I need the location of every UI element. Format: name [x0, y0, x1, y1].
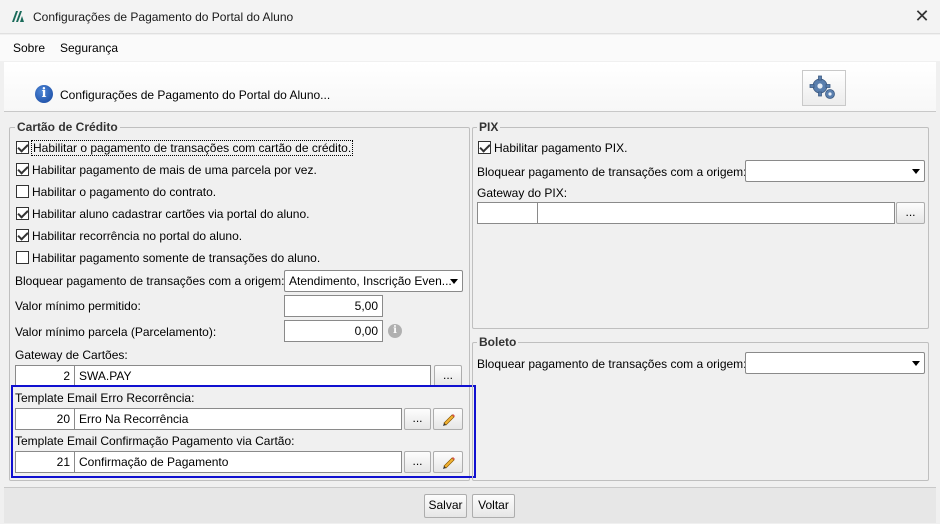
pix-gateway-lookup-button[interactable]: ...: [896, 202, 925, 224]
label-pix-block-origin: Bloquear pagamento de transações com a o…: [477, 165, 747, 179]
checkbox-enable-credit-card[interactable]: [16, 141, 29, 154]
card-gateway-lookup-button[interactable]: ...: [434, 365, 462, 387]
info-icon: i: [35, 85, 53, 103]
pencil-icon: [443, 457, 455, 469]
window-title: Configurações de Pagamento do Portal do …: [33, 10, 294, 24]
checkbox-register-cards[interactable]: [16, 207, 29, 220]
label-min-installment: Valor mínimo parcela (Parcelamento):: [15, 325, 217, 339]
pix-gateway-name-input[interactable]: [537, 202, 895, 224]
gears-icon: [802, 70, 846, 106]
boleto-legend: Boleto: [477, 335, 519, 349]
pix-group: [472, 127, 929, 329]
menu-seguranca[interactable]: Segurança: [60, 41, 118, 55]
card-gateway-code-input[interactable]: 2: [15, 365, 75, 387]
cc-block-origin-value: Atendimento, Inscrição Even...: [289, 274, 452, 288]
menu-bar: Sobre Segurança: [0, 35, 940, 61]
chevron-down-icon: [450, 279, 458, 284]
chevron-down-icon: [912, 361, 920, 366]
card-gateway-name-input[interactable]: SWA.PAY: [74, 365, 431, 387]
checkbox-student-transactions-only[interactable]: [16, 251, 29, 264]
checkbox-contract-payment[interactable]: [16, 185, 29, 198]
label-register-cards: Habilitar aluno cadastrar cartões via po…: [32, 207, 310, 221]
pencil-icon: [443, 414, 455, 426]
checkbox-recurrence[interactable]: [16, 229, 29, 242]
label-enable-credit-card: Habilitar o pagamento de transações com …: [31, 140, 354, 156]
back-button[interactable]: Voltar: [472, 494, 515, 518]
cc-block-origin-select[interactable]: Atendimento, Inscrição Even...: [284, 270, 463, 292]
template-error-name-input[interactable]: Erro Na Recorrência: [74, 408, 402, 430]
checkbox-multiple-installments[interactable]: [16, 163, 29, 176]
template-error-edit-button[interactable]: [433, 408, 463, 430]
label-template-error: Template Email Erro Recorrência:: [15, 391, 195, 405]
credit-card-legend: Cartão de Crédito: [15, 120, 120, 134]
menu-sobre[interactable]: Sobre: [13, 41, 45, 55]
checkbox-enable-pix[interactable]: [478, 141, 491, 154]
chevron-down-icon: [912, 169, 920, 174]
min-installment-input[interactable]: 0,00: [284, 320, 383, 342]
label-min-value: Valor mínimo permitido:: [15, 299, 141, 313]
pix-gateway-code-input[interactable]: [477, 202, 538, 224]
template-confirm-name-input[interactable]: Confirmação de Pagamento: [74, 451, 402, 473]
save-button[interactable]: Salvar: [424, 494, 467, 518]
template-error-lookup-button[interactable]: ...: [404, 408, 431, 430]
label-contract-payment: Habilitar o pagamento do contrato.: [32, 185, 217, 199]
min-value-input[interactable]: 5,00: [284, 295, 383, 317]
footer-bar: [4, 487, 936, 523]
label-cc-block-origin: Bloquear pagamento de transações com a o…: [15, 274, 285, 288]
gear-icon: [809, 75, 835, 99]
template-confirm-lookup-button[interactable]: ...: [404, 451, 431, 473]
header-text: Configurações de Pagamento do Portal do …: [60, 88, 331, 102]
close-icon[interactable]: ✕: [910, 6, 934, 28]
label-multiple-installments: Habilitar pagamento de mais de uma parce…: [32, 163, 317, 177]
pix-legend: PIX: [477, 120, 501, 134]
app-logo-icon: [12, 11, 24, 22]
template-error-code-input[interactable]: 20: [15, 408, 75, 430]
label-card-gateway: Gateway de Cartões:: [15, 348, 128, 362]
info-icon[interactable]: i: [388, 324, 402, 338]
template-confirm-code-input[interactable]: 21: [15, 451, 75, 473]
label-enable-pix: Habilitar pagamento PIX.: [494, 141, 628, 155]
label-recurrence: Habilitar recorrência no portal do aluno…: [32, 229, 243, 243]
pix-block-origin-select[interactable]: [745, 160, 925, 182]
label-template-confirm: Template Email Confirmação Pagamento via…: [15, 434, 295, 448]
label-boleto-block-origin: Bloquear pagamento de transações com a o…: [477, 357, 747, 371]
boleto-block-origin-select[interactable]: [745, 352, 925, 374]
form-header: i Configurações de Pagamento do Portal d…: [4, 62, 936, 112]
label-student-transactions-only: Habilitar pagamento somente de transaçõe…: [32, 251, 321, 265]
template-confirm-edit-button[interactable]: [433, 451, 463, 473]
label-pix-gateway: Gateway do PIX:: [477, 186, 568, 200]
title-bar: Configurações de Pagamento do Portal do …: [0, 0, 940, 34]
